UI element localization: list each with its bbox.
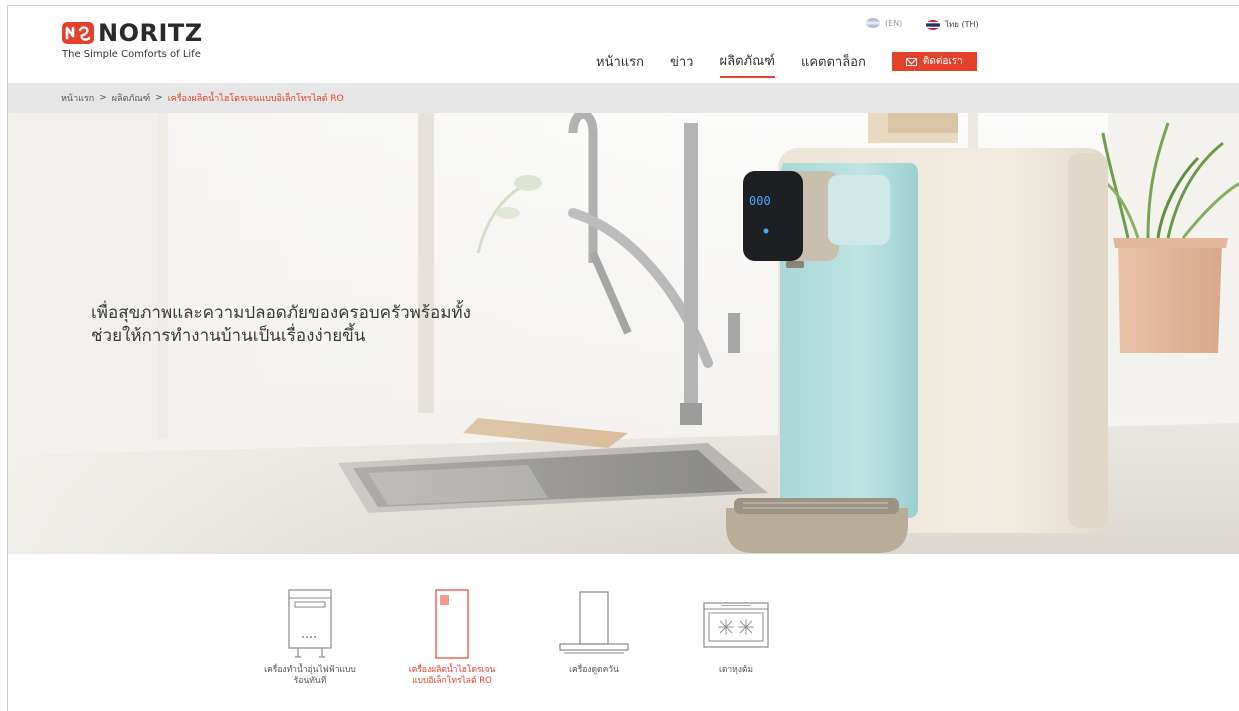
display-reading: 000: [749, 194, 771, 208]
product-water-heater[interactable]: เครื่องทำน้ำอุ่นไฟฟ้าแบบ ร้อนทันที: [252, 589, 368, 687]
hydrogen-water-icon: [435, 589, 469, 659]
product-label: เครื่องทำน้ำอุ่นไฟฟ้าแบบ ร้อนทันที: [252, 665, 368, 687]
site-header: NORITZ The Simple Comforts of Life (EN) …: [8, 6, 1239, 83]
language-en-link[interactable]: (EN): [866, 18, 902, 28]
product-stove[interactable]: เตาหุงต้ม: [678, 589, 794, 676]
product-label-line1: เตาหุงต้ม: [718, 665, 754, 675]
contact-us-button[interactable]: ติดต่อเรา: [891, 52, 977, 71]
water-heater-icon: [288, 589, 332, 658]
product-label-line2: ร้อนทันที: [293, 676, 327, 686]
noritz-logo-icon: [62, 22, 94, 44]
language-th-label: ไทย (TH): [945, 20, 979, 29]
breadcrumb-home[interactable]: หน้าแรก: [61, 91, 94, 105]
product-label-line1: เครื่องทำน้ำอุ่นไฟฟ้าแบบ: [264, 665, 356, 675]
hero-headline-line1: เพื่อสุขภาพและความปลอดภัยของครอบครัวพร้อ…: [91, 303, 471, 323]
product-label-line1: เครื่องดูดควัน: [569, 665, 619, 675]
product-hydrogen-water[interactable]: เครื่องผลิตน้ำไฮโดรเจน แบบอิเล็กโทรไลต์ …: [394, 589, 510, 687]
hero-headline-line2: ช่วยให้การทำงานบ้านเป็นเรื่องง่ายขึ้น: [91, 326, 366, 346]
product-label: เครื่องผลิตน้ำไฮโดรเจน แบบอิเล็กโทรไลต์ …: [394, 665, 510, 687]
language-th-link[interactable]: ไทย (TH): [926, 18, 979, 31]
product-range-hood[interactable]: เครื่องดูดควัน: [536, 589, 652, 676]
flag-icon: [926, 19, 940, 30]
breadcrumb-products[interactable]: ผลิตภัณฑ์: [112, 91, 150, 105]
breadcrumb: หน้าแรก > ผลิตภัณฑ์ > เครื่องผลิตน้ำไฮโด…: [8, 83, 1239, 113]
contact-us-label: ติดต่อเรา: [922, 56, 963, 67]
brand-tagline: The Simple Comforts of Life: [62, 49, 201, 60]
hero-banner: 000 เพื่อสุขภาพและความปลอดภัยของครอบครัว…: [8, 113, 1239, 554]
product-label-line2: แบบอิเล็กโทรไลต์ RO: [412, 676, 492, 686]
nav-item-home[interactable]: หน้าแรก: [596, 51, 644, 77]
stove-icon: [703, 602, 769, 648]
breadcrumb-separator: >: [155, 93, 163, 103]
product-label-line1: เครื่องผลิตน้ำไฮโดรเจน: [408, 665, 496, 675]
nav-item-news[interactable]: ข่าว: [670, 51, 694, 77]
range-hood-icon: [559, 591, 629, 654]
breadcrumb-current: เครื่องผลิตน้ำไฮโดรเจนแบบอิเล็กโทรไลต์ R…: [167, 94, 344, 104]
breadcrumb-separator: >: [99, 93, 107, 103]
main-nav: หน้าแรก ข่าว ผลิตภัณฑ์ แคตตาล็อก ติดต่อเ…: [596, 50, 977, 78]
mail-icon: [905, 57, 917, 66]
product-label: เครื่องดูดควัน: [536, 665, 652, 676]
flag-icon: [866, 18, 880, 28]
nav-item-catalog[interactable]: แคตตาล็อก: [801, 51, 866, 77]
nav-item-products[interactable]: ผลิตภัณฑ์: [719, 50, 775, 78]
product-label: เตาหุงต้ม: [678, 665, 794, 676]
page-frame: NORITZ The Simple Comforts of Life (EN) …: [7, 5, 1239, 711]
brand-logo[interactable]: NORITZ: [62, 19, 203, 47]
language-en-label: (EN): [885, 18, 903, 28]
brand-name: NORITZ: [98, 19, 203, 47]
hero-headline: เพื่อสุขภาพและความปลอดภัยของครอบครัวพร้อ…: [91, 302, 471, 348]
